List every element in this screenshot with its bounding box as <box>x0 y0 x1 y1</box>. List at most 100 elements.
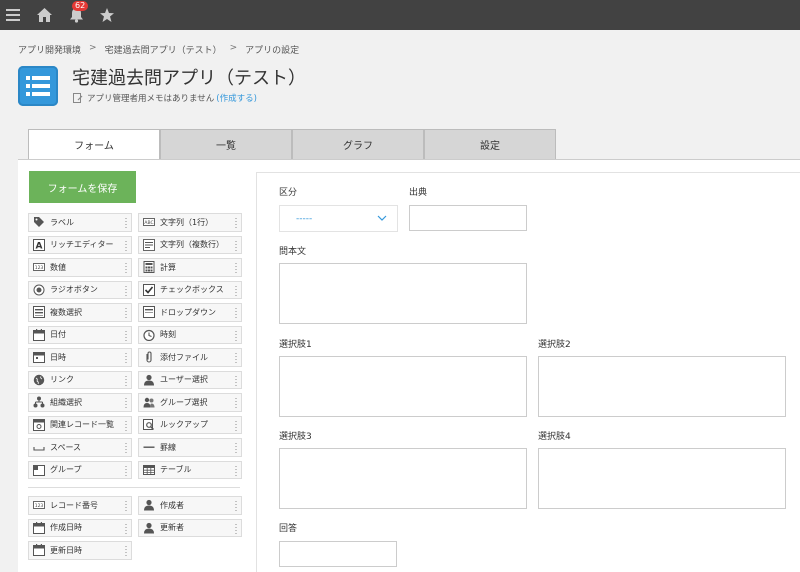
drag-handle-icon[interactable] <box>234 500 238 512</box>
drag-handle-icon[interactable] <box>234 442 238 454</box>
palette-item[interactable]: チェックボックス <box>138 280 242 299</box>
drag-handle-icon[interactable] <box>124 239 128 252</box>
choice1-textarea[interactable] <box>279 356 527 417</box>
multi-select-icon <box>33 306 45 319</box>
palette-item[interactable]: リンク <box>28 370 132 389</box>
question-textarea[interactable] <box>279 263 527 324</box>
palette-item[interactable]: ABC 文字列（1行） <box>138 213 242 232</box>
drag-handle-icon[interactable] <box>234 352 238 364</box>
palette-item[interactable]: グループ <box>28 460 132 479</box>
palette-item[interactable]: A リッチエディター <box>28 235 132 254</box>
drag-handle-icon[interactable] <box>124 397 128 409</box>
palette-item[interactable]: 時刻 <box>138 325 242 344</box>
palette-item-label: ラベル <box>50 217 74 227</box>
clock-icon <box>143 329 155 341</box>
drag-handle-icon[interactable] <box>124 374 128 387</box>
drag-handle-icon[interactable] <box>124 419 128 432</box>
palette-item[interactable]: テーブル <box>138 460 242 479</box>
drag-handle-icon[interactable] <box>124 442 128 454</box>
drag-handle-icon[interactable] <box>124 284 128 297</box>
field-label-answer: 回答 <box>279 524 298 534</box>
drag-handle-icon[interactable] <box>124 545 128 557</box>
drag-handle-icon[interactable] <box>124 522 128 535</box>
star-icon[interactable] <box>90 0 124 30</box>
choice3-textarea[interactable] <box>279 448 527 509</box>
breadcrumb-item[interactable]: アプリ開発環境 <box>18 43 81 56</box>
palette-item-label: 複数選択 <box>50 307 82 317</box>
field-label-choice4: 選択肢4 <box>538 432 571 442</box>
drag-handle-icon[interactable] <box>234 397 238 409</box>
choice4-textarea[interactable] <box>538 448 786 509</box>
choice2-textarea[interactable] <box>538 356 786 417</box>
breadcrumb-item[interactable]: アプリの設定 <box>245 43 299 56</box>
palette-item[interactable]: 罫線 <box>138 438 242 457</box>
palette-item[interactable]: 作成日時 <box>28 518 132 537</box>
svg-text:A: A <box>36 241 43 251</box>
palette-item[interactable]: 組織選択 <box>28 393 132 412</box>
tab-list[interactable]: 一覧 <box>160 129 292 160</box>
palette-item[interactable]: 複数選択 <box>28 303 132 322</box>
palette-item[interactable]: 文字列（複数行） <box>138 235 242 254</box>
drag-handle-icon[interactable] <box>124 352 128 364</box>
tab-settings[interactable]: 設定 <box>424 129 556 160</box>
drag-handle-icon[interactable] <box>234 464 238 477</box>
palette-item-label: リンク <box>50 375 74 385</box>
line-icon <box>143 441 155 453</box>
palette-item[interactable]: 123 数値 <box>28 258 132 277</box>
palette-item[interactable]: ラジオボタン <box>28 280 132 299</box>
notification-badge: 62 <box>72 1 89 11</box>
palette-item-label: 文字列（1行） <box>160 217 214 227</box>
drag-handle-icon[interactable] <box>234 374 238 387</box>
drag-handle-icon[interactable] <box>234 522 238 535</box>
palette-item[interactable]: ドロップダウン <box>138 303 242 322</box>
space-icon <box>33 441 45 453</box>
palette-item[interactable]: ユーザー選択 <box>138 370 242 389</box>
drag-handle-icon[interactable] <box>124 464 128 477</box>
drag-handle-icon[interactable] <box>124 329 128 342</box>
palette-item[interactable]: 作成者 <box>138 496 242 515</box>
palette-item[interactable]: 関連レコード一覧 <box>28 415 132 434</box>
drag-handle-icon[interactable] <box>234 307 238 319</box>
tab-graph[interactable]: グラフ <box>292 129 424 160</box>
palette-item-label: 文字列（複数行） <box>160 240 224 250</box>
palette-item[interactable]: 123 レコード番号 <box>28 496 132 515</box>
home-icon[interactable] <box>26 0 62 30</box>
drag-handle-icon[interactable] <box>234 419 238 432</box>
tab-form[interactable]: フォーム <box>28 129 160 160</box>
drag-handle-icon[interactable] <box>124 217 128 229</box>
palette-item[interactable]: スペース <box>28 438 132 457</box>
shutten-input[interactable] <box>409 205 527 231</box>
page-title: 宅建過去問アプリ（テスト） <box>72 68 306 89</box>
create-memo-link[interactable]: (作成する) <box>216 92 257 104</box>
drag-handle-icon[interactable] <box>124 307 128 319</box>
palette-item-label: テーブル <box>160 465 192 475</box>
drag-handle-icon[interactable] <box>234 262 238 274</box>
palette-item[interactable]: グループ選択 <box>138 393 242 412</box>
palette-item[interactable]: ルックアップ <box>138 415 242 434</box>
palette-item[interactable]: 更新日時 <box>28 541 132 560</box>
drag-handle-icon[interactable] <box>124 262 128 274</box>
palette-item[interactable]: 更新者 <box>138 518 242 537</box>
group-icon <box>143 396 155 408</box>
drag-handle-icon[interactable] <box>234 329 238 342</box>
save-form-button[interactable]: フォームを保存 <box>29 171 136 203</box>
menu-icon[interactable] <box>0 0 26 30</box>
breadcrumb-item[interactable]: 宅建過去問アプリ（テスト） <box>105 43 222 56</box>
palette-item-label: リッチエディター <box>50 240 114 250</box>
palette-item[interactable]: ラベル <box>28 213 132 232</box>
field-label-question: 問本文 <box>279 247 307 257</box>
drag-handle-icon[interactable] <box>234 284 238 297</box>
drag-handle-icon[interactable] <box>234 239 238 252</box>
breadcrumb: アプリ開発環境 > 宅建過去問アプリ（テスト） > アプリの設定 <box>18 43 299 56</box>
calculator-icon <box>143 261 155 274</box>
palette-item[interactable]: 日付 <box>28 325 132 344</box>
field-label-kubun: 区分 <box>279 188 298 198</box>
drag-handle-icon[interactable] <box>124 500 128 512</box>
palette-item[interactable]: 日時 <box>28 348 132 367</box>
palette-item[interactable]: 添付ファイル <box>138 348 242 367</box>
number-icon: 123 <box>33 261 45 273</box>
answer-input[interactable] <box>279 541 397 567</box>
drag-handle-icon[interactable] <box>234 217 238 229</box>
palette-item[interactable]: 計算 <box>138 258 242 277</box>
kubun-dropdown[interactable]: ----- <box>279 205 398 232</box>
